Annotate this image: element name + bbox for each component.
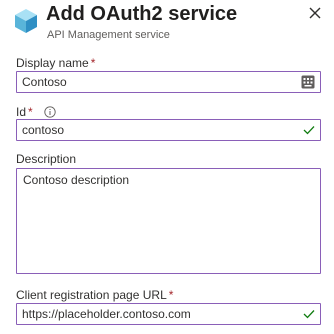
client-registration-url-label-text: Client registration page URL — [16, 288, 167, 302]
required-mark: * — [28, 105, 33, 119]
display-name-input[interactable]: Contoso — [16, 71, 321, 93]
close-icon[interactable] — [306, 4, 324, 22]
client-registration-url-value: https://placeholder.contoso.com — [22, 307, 191, 321]
display-name-label-text: Display name — [16, 56, 89, 70]
required-mark: * — [90, 56, 96, 70]
info-icon[interactable] — [44, 106, 56, 118]
required-mark: * — [168, 288, 174, 302]
description-label: Description — [16, 152, 76, 166]
id-label-text: Id — [16, 105, 27, 119]
panel-header: Add OAuth2 service API Management servic… — [0, 0, 334, 48]
api-management-cube-icon — [15, 9, 37, 33]
keyboard-icon[interactable] — [301, 75, 315, 89]
display-name-value: Contoso — [22, 75, 67, 89]
description-value: Contoso description — [23, 173, 130, 187]
display-name-label: Display name * — [16, 56, 95, 70]
id-value: contoso — [22, 123, 65, 137]
client-registration-url-input[interactable]: https://placeholder.contoso.com — [16, 303, 321, 325]
page-subtitle: API Management service — [47, 29, 170, 41]
page-title: Add OAuth2 service — [46, 3, 238, 25]
id-input[interactable]: contoso — [16, 119, 321, 141]
client-registration-url-label: Client registration page URL * — [16, 288, 173, 302]
description-label-text: Description — [16, 152, 77, 166]
id-label: Id * — [16, 104, 56, 119]
checkmark-icon — [303, 126, 315, 135]
description-textarea[interactable]: Contoso description — [16, 168, 321, 274]
checkmark-icon — [303, 310, 315, 319]
